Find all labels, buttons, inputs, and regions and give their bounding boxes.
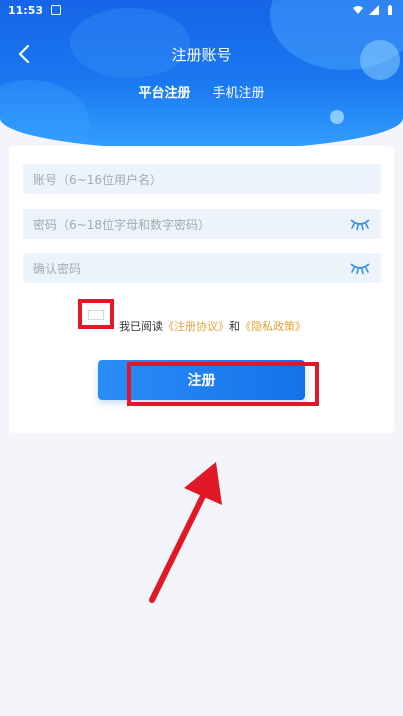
signal-icon xyxy=(369,5,379,15)
battery-icon xyxy=(388,5,392,15)
account-placeholder: 账号（6~16位用户名） xyxy=(33,172,162,187)
confirm-password-input[interactable]: 确认密码 xyxy=(23,253,381,283)
register-tabs: 平台注册 手机注册 xyxy=(0,82,403,101)
agreement-text: 我已阅读 xyxy=(119,320,163,333)
tab-platform-register[interactable]: 平台注册 xyxy=(138,82,190,101)
decor-bubble xyxy=(330,110,344,124)
agreement-checkbox[interactable] xyxy=(78,299,114,329)
register-screen: 11:53 注册账号 平台注册 手机注册 账号（6~16位用户名） 密码（6~1… xyxy=(0,0,403,716)
header-banner: 11:53 注册账号 平台注册 手机注册 xyxy=(0,0,403,150)
tab-phone-register[interactable]: 手机注册 xyxy=(213,82,265,101)
agreement-and-text: 和 xyxy=(229,320,240,333)
status-time: 11:53 xyxy=(8,3,44,17)
eye-closed-icon[interactable] xyxy=(349,261,371,275)
account-input[interactable]: 账号（6~16位用户名） xyxy=(23,164,381,194)
status-icons xyxy=(353,5,395,15)
confirm-password-placeholder: 确认密码 xyxy=(33,261,82,276)
register-form-card: 账号（6~16位用户名） 密码（6~18位字母和数字密码） 确认密码 我已阅读 … xyxy=(9,146,394,433)
agreement-row: 我已阅读 《注册协议》 和 《隐私政策》 xyxy=(9,316,394,336)
wifi-icon xyxy=(353,6,363,14)
eye-closed-icon[interactable] xyxy=(349,217,371,231)
status-bar: 11:53 xyxy=(0,0,403,20)
terms-link[interactable]: 《注册协议》 xyxy=(163,318,229,334)
checkbox-square xyxy=(88,310,104,320)
page-title: 注册账号 xyxy=(171,46,232,64)
register-button[interactable]: 注册 xyxy=(98,360,305,400)
password-placeholder: 密码（6~18位字母和数字密码） xyxy=(33,217,210,232)
privacy-link[interactable]: 《隐私政策》 xyxy=(240,318,306,334)
password-input[interactable]: 密码（6~18位字母和数字密码） xyxy=(23,209,381,239)
notification-icon xyxy=(51,5,62,15)
